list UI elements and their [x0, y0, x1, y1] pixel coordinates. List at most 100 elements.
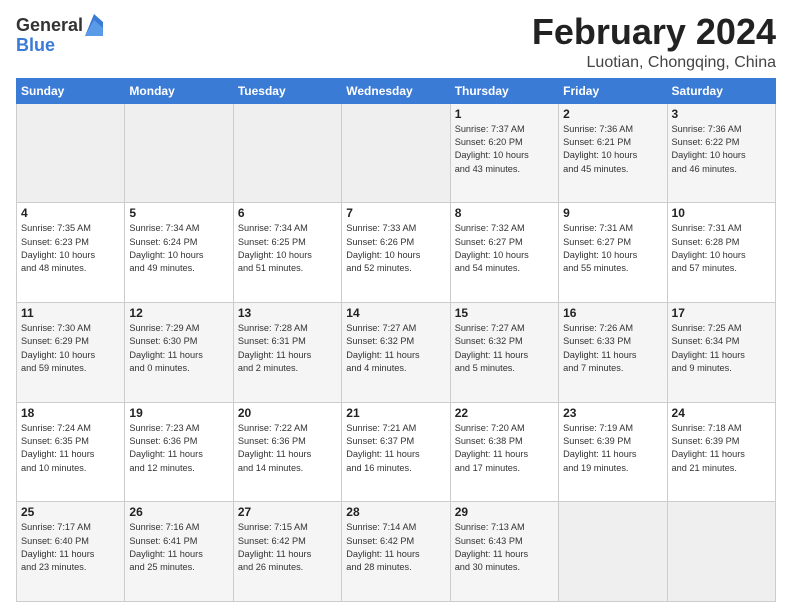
header-sunday: Sunday: [17, 78, 125, 103]
table-row: [233, 103, 341, 203]
day-info: Sunrise: 7:21 AM Sunset: 6:37 PM Dayligh…: [346, 422, 445, 475]
day-info: Sunrise: 7:32 AM Sunset: 6:27 PM Dayligh…: [455, 222, 554, 275]
day-number: 23: [563, 406, 662, 420]
table-row: 15 Sunrise: 7:27 AM Sunset: 6:32 PM Dayli…: [450, 302, 558, 402]
table-row: 7 Sunrise: 7:33 AM Sunset: 6:26 PM Daylig…: [342, 203, 450, 303]
day-info: Sunrise: 7:19 AM Sunset: 6:39 PM Dayligh…: [563, 422, 662, 475]
header-friday: Friday: [559, 78, 667, 103]
title-location: Luotian, Chongqing, China: [532, 54, 776, 72]
day-info: Sunrise: 7:35 AM Sunset: 6:23 PM Dayligh…: [21, 222, 120, 275]
table-row: 3 Sunrise: 7:36 AM Sunset: 6:22 PM Daylig…: [667, 103, 775, 203]
day-info: Sunrise: 7:28 AM Sunset: 6:31 PM Dayligh…: [238, 322, 337, 375]
table-row: 5 Sunrise: 7:34 AM Sunset: 6:24 PM Daylig…: [125, 203, 233, 303]
table-row: 21 Sunrise: 7:21 AM Sunset: 6:37 PM Dayli…: [342, 402, 450, 502]
day-info: Sunrise: 7:25 AM Sunset: 6:34 PM Dayligh…: [672, 322, 771, 375]
table-row: [667, 502, 775, 602]
table-row: 8Sunrise: 7:32 AM Sunset: 6:27 PM Daylig…: [450, 203, 558, 303]
day-info: Sunrise: 7:29 AM Sunset: 6:30 PM Dayligh…: [129, 322, 228, 375]
day-number: 29: [455, 505, 554, 519]
table-row: 2Sunrise: 7:36 AM Sunset: 6:21 PM Daylig…: [559, 103, 667, 203]
day-info: Sunrise: 7:16 AM Sunset: 6:41 PM Dayligh…: [129, 521, 228, 574]
table-row: 29 Sunrise: 7:13 AM Sunset: 6:43 PM Dayli…: [450, 502, 558, 602]
day-info: Sunrise: 7:22 AM Sunset: 6:36 PM Dayligh…: [238, 422, 337, 475]
calendar-week-row: 25Sunrise: 7:17 AM Sunset: 6:40 PM Dayli…: [17, 502, 776, 602]
table-row: 12 Sunrise: 7:29 AM Sunset: 6:30 PM Dayli…: [125, 302, 233, 402]
logo-blue: Blue: [16, 36, 103, 56]
day-info: Sunrise: 7:15 AM Sunset: 6:42 PM Dayligh…: [238, 521, 337, 574]
logo-icon: [85, 14, 103, 36]
day-info: Sunrise: 7:30 AM Sunset: 6:29 PM Dayligh…: [21, 322, 120, 375]
table-row: 10Sunrise: 7:31 AM Sunset: 6:28 PM Dayli…: [667, 203, 775, 303]
calendar-week-row: 1Sunrise: 7:37 AM Sunset: 6:20 PM Daylig…: [17, 103, 776, 203]
day-number: 11: [21, 306, 120, 320]
day-number: 12: [129, 306, 228, 320]
table-row: 13 Sunrise: 7:28 AM Sunset: 6:31 PM Dayli…: [233, 302, 341, 402]
day-info: Sunrise: 7:24 AM Sunset: 6:35 PM Dayligh…: [21, 422, 120, 475]
table-row: 19Sunrise: 7:23 AM Sunset: 6:36 PM Dayli…: [125, 402, 233, 502]
table-row: 25Sunrise: 7:17 AM Sunset: 6:40 PM Dayli…: [17, 502, 125, 602]
table-row: 26 Sunrise: 7:16 AM Sunset: 6:41 PM Dayli…: [125, 502, 233, 602]
table-row: 11 Sunrise: 7:30 AM Sunset: 6:29 PM Dayli…: [17, 302, 125, 402]
day-number: 1: [455, 107, 554, 121]
table-row: 18Sunrise: 7:24 AM Sunset: 6:35 PM Dayli…: [17, 402, 125, 502]
day-number: 16: [563, 306, 662, 320]
day-number: 2: [563, 107, 662, 121]
day-info: Sunrise: 7:23 AM Sunset: 6:36 PM Dayligh…: [129, 422, 228, 475]
day-number: 20: [238, 406, 337, 420]
day-number: 26: [129, 505, 228, 519]
table-row: [342, 103, 450, 203]
header: General Blue February 2024 Luotian, Chon…: [16, 12, 776, 72]
day-info: Sunrise: 7:34 AM Sunset: 6:24 PM Dayligh…: [129, 222, 228, 275]
table-row: 23 Sunrise: 7:19 AM Sunset: 6:39 PM Dayli…: [559, 402, 667, 502]
day-number: 13: [238, 306, 337, 320]
page: General Blue February 2024 Luotian, Chon…: [0, 0, 792, 612]
day-number: 24: [672, 406, 771, 420]
day-number: 22: [455, 406, 554, 420]
day-number: 14: [346, 306, 445, 320]
day-info: Sunrise: 7:31 AM Sunset: 6:27 PM Dayligh…: [563, 222, 662, 275]
table-row: 14 Sunrise: 7:27 AM Sunset: 6:32 PM Dayli…: [342, 302, 450, 402]
day-number: 5: [129, 206, 228, 220]
day-info: Sunrise: 7:13 AM Sunset: 6:43 PM Dayligh…: [455, 521, 554, 574]
day-number: 4: [21, 206, 120, 220]
header-saturday: Saturday: [667, 78, 775, 103]
day-number: 28: [346, 505, 445, 519]
table-row: 9 Sunrise: 7:31 AM Sunset: 6:27 PM Daylig…: [559, 203, 667, 303]
day-number: 15: [455, 306, 554, 320]
day-number: 6: [238, 206, 337, 220]
day-info: Sunrise: 7:26 AM Sunset: 6:33 PM Dayligh…: [563, 322, 662, 375]
day-number: 25: [21, 505, 120, 519]
calendar-header-row: Sunday Monday Tuesday Wednesday Thursday…: [17, 78, 776, 103]
table-row: 24Sunrise: 7:18 AM Sunset: 6:39 PM Dayli…: [667, 402, 775, 502]
day-number: 3: [672, 107, 771, 121]
day-number: 9: [563, 206, 662, 220]
day-info: Sunrise: 7:20 AM Sunset: 6:38 PM Dayligh…: [455, 422, 554, 475]
day-info: Sunrise: 7:27 AM Sunset: 6:32 PM Dayligh…: [346, 322, 445, 375]
table-row: 6 Sunrise: 7:34 AM Sunset: 6:25 PM Daylig…: [233, 203, 341, 303]
day-info: Sunrise: 7:36 AM Sunset: 6:22 PM Dayligh…: [672, 123, 771, 176]
header-monday: Monday: [125, 78, 233, 103]
table-row: 28 Sunrise: 7:14 AM Sunset: 6:42 PM Dayli…: [342, 502, 450, 602]
table-row: 1Sunrise: 7:37 AM Sunset: 6:20 PM Daylig…: [450, 103, 558, 203]
day-number: 7: [346, 206, 445, 220]
calendar-week-row: 4 Sunrise: 7:35 AM Sunset: 6:23 PM Daylig…: [17, 203, 776, 303]
calendar-week-row: 11 Sunrise: 7:30 AM Sunset: 6:29 PM Dayli…: [17, 302, 776, 402]
day-info: Sunrise: 7:34 AM Sunset: 6:25 PM Dayligh…: [238, 222, 337, 275]
logo-general: General: [16, 16, 83, 36]
day-info: Sunrise: 7:27 AM Sunset: 6:32 PM Dayligh…: [455, 322, 554, 375]
title-month: February 2024: [532, 12, 776, 52]
day-info: Sunrise: 7:31 AM Sunset: 6:28 PM Dayligh…: [672, 222, 771, 275]
table-row: 27 Sunrise: 7:15 AM Sunset: 6:42 PM Dayli…: [233, 502, 341, 602]
table-row: 20 Sunrise: 7:22 AM Sunset: 6:36 PM Dayli…: [233, 402, 341, 502]
table-row: 17 Sunrise: 7:25 AM Sunset: 6:34 PM Dayli…: [667, 302, 775, 402]
header-thursday: Thursday: [450, 78, 558, 103]
calendar-table: Sunday Monday Tuesday Wednesday Thursday…: [16, 78, 776, 602]
day-number: 27: [238, 505, 337, 519]
day-number: 21: [346, 406, 445, 420]
day-info: Sunrise: 7:14 AM Sunset: 6:42 PM Dayligh…: [346, 521, 445, 574]
table-row: 4 Sunrise: 7:35 AM Sunset: 6:23 PM Daylig…: [17, 203, 125, 303]
table-row: [125, 103, 233, 203]
header-tuesday: Tuesday: [233, 78, 341, 103]
day-number: 17: [672, 306, 771, 320]
day-info: Sunrise: 7:33 AM Sunset: 6:26 PM Dayligh…: [346, 222, 445, 275]
